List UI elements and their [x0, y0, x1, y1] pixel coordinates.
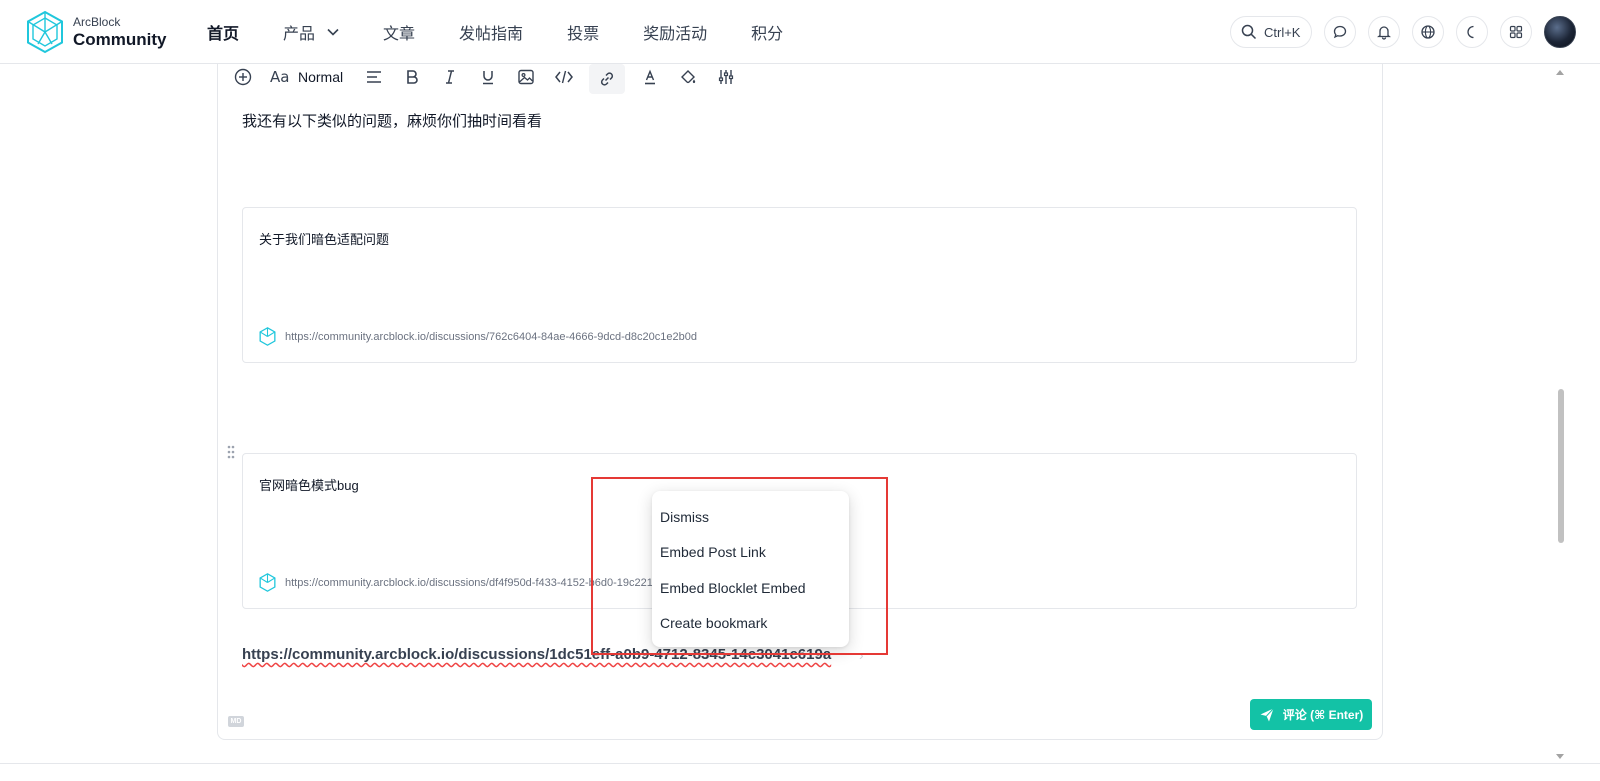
code-icon — [555, 70, 574, 84]
editor-paragraph[interactable]: 我还有以下类似的问题，麻烦你们抽时间看看 — [242, 110, 542, 131]
site-logo[interactable]: ArcBlock Community — [26, 10, 167, 54]
submit-label: 评论 (⌘ Enter) — [1282, 708, 1364, 722]
paste-link-menu: Dismiss Embed Post Link Embed Blocklet E… — [652, 491, 849, 647]
drag-handle-icon[interactable] — [227, 445, 235, 459]
pasted-link[interactable]: https://community.arcblock.io/discussion… — [242, 646, 831, 663]
arcblock-favicon-icon — [259, 573, 276, 592]
text-color-button[interactable] — [637, 64, 663, 90]
card-title: 官网暗色模式bug — [259, 478, 359, 493]
embedded-post-card[interactable]: 关于我们暗色适配问题 https://community.arcblock.io… — [242, 207, 1357, 363]
nav-item-vote[interactable]: 投票 — [567, 20, 599, 44]
chevron-right-icon: › — [859, 647, 864, 663]
divider — [0, 763, 1600, 764]
chat-bubble-icon — [1333, 25, 1347, 39]
bold-button[interactable] — [399, 64, 425, 90]
image-icon — [518, 69, 534, 85]
nav-item-articles[interactable]: 文章 — [383, 20, 415, 44]
nav-item-products[interactable]: 产品 — [283, 20, 339, 44]
logo-bottom-text: Community — [73, 30, 167, 49]
link-button[interactable] — [589, 64, 626, 94]
block-type-button[interactable]: Aa — [268, 64, 294, 90]
grid-icon — [1509, 25, 1523, 39]
nav-item-rewards[interactable]: 奖励活动 — [643, 20, 707, 44]
settings-button[interactable] — [713, 64, 739, 90]
menu-item-embed-post-link[interactable]: Embed Post Link — [652, 535, 849, 571]
italic-icon — [446, 70, 455, 84]
code-button[interactable] — [551, 64, 577, 90]
highlight-button[interactable] — [675, 64, 701, 90]
apps-button[interactable] — [1500, 16, 1532, 48]
paint-bucket-icon — [681, 70, 696, 84]
chevron-down-icon — [327, 28, 339, 36]
nav-item-points[interactable]: 积分 — [751, 20, 783, 44]
text-color-icon — [645, 69, 656, 85]
language-button[interactable] — [1412, 16, 1444, 48]
underline-icon — [483, 71, 494, 85]
page-scrollbar[interactable] — [1552, 64, 1568, 764]
underline-button[interactable] — [475, 64, 501, 90]
search-shortcut: Ctrl+K — [1264, 24, 1301, 40]
menu-item-create-bookmark[interactable]: Create bookmark — [652, 606, 849, 642]
align-left-icon — [367, 71, 382, 83]
send-icon — [1260, 707, 1274, 721]
align-button[interactable] — [361, 64, 387, 90]
submit-comment-button[interactable]: 评论 (⌘ Enter) — [1250, 699, 1372, 730]
scroll-down-icon[interactable] — [1556, 754, 1564, 759]
sliders-icon — [719, 70, 734, 84]
theme-toggle-button[interactable] — [1456, 16, 1488, 48]
svg-text:Aa: Aa — [270, 68, 289, 86]
card-title: 关于我们暗色适配问题 — [259, 232, 390, 247]
search-button[interactable]: Ctrl+K — [1230, 16, 1312, 48]
arcblock-favicon-icon — [259, 327, 276, 346]
logo-top-text: ArcBlock — [73, 15, 121, 29]
search-icon — [1241, 24, 1257, 40]
plus-circle-icon — [234, 68, 252, 86]
messages-button[interactable] — [1324, 16, 1356, 48]
scroll-up-icon[interactable] — [1556, 70, 1564, 75]
insert-block-button[interactable] — [230, 64, 256, 90]
editor-toolbar: Aa Normal — [230, 64, 751, 94]
globe-icon — [1421, 25, 1435, 39]
notifications-button[interactable] — [1368, 16, 1400, 48]
menu-item-dismiss[interactable]: Dismiss — [652, 499, 849, 535]
nav-item-posting-guide[interactable]: 发帖指南 — [459, 20, 523, 44]
markdown-icon[interactable]: MD — [228, 716, 244, 727]
user-avatar[interactable] — [1544, 16, 1576, 48]
moon-icon — [1467, 25, 1474, 39]
card-url: https://community.arcblock.io/discussion… — [285, 330, 697, 343]
italic-button[interactable] — [437, 64, 463, 90]
main-nav: 首页 产品 文章 发帖指南 投票 奖励活动 积分 — [207, 0, 827, 64]
nav-item-home[interactable]: 首页 — [207, 20, 239, 44]
bell-icon — [1377, 26, 1391, 40]
bold-icon — [407, 70, 418, 84]
block-type-label[interactable]: Normal — [298, 69, 343, 85]
link-icon — [601, 72, 614, 86]
scrollbar-thumb[interactable] — [1558, 389, 1564, 543]
arcblock-cube-icon — [27, 10, 63, 54]
top-header: ArcBlock Community 首页 产品 文章 发帖指南 投票 奖励活动… — [0, 0, 1600, 64]
menu-item-embed-blocklet[interactable]: Embed Blocklet Embed — [652, 570, 849, 606]
insert-image-button[interactable] — [513, 64, 539, 90]
header-tools: Ctrl+K — [1230, 16, 1576, 48]
card-url: https://community.arcblock.io/discussion… — [285, 576, 687, 589]
text-style-icon: Aa — [270, 68, 289, 86]
